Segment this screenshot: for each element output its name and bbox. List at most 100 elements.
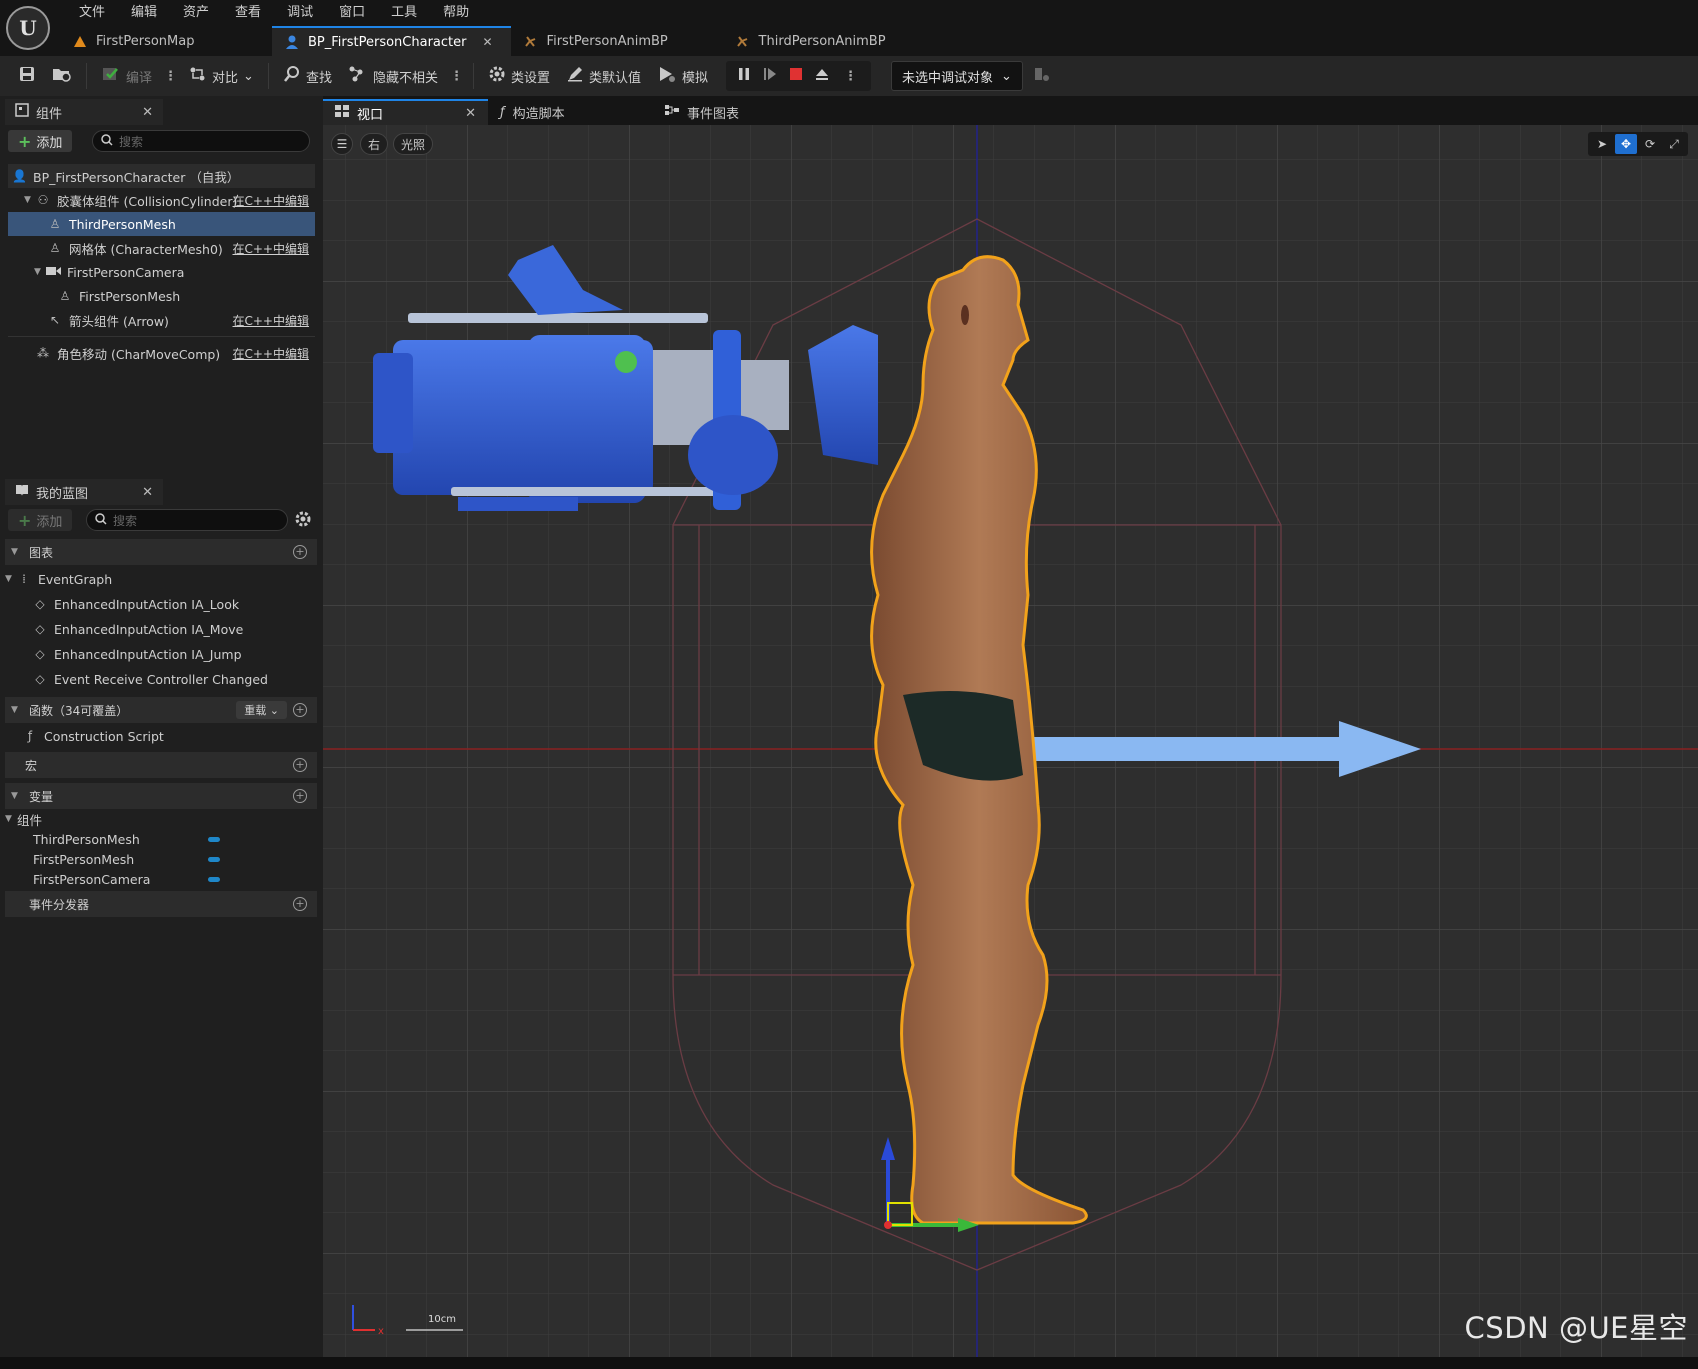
simulate-button[interactable]: 模拟 xyxy=(649,61,716,91)
play-options-icon[interactable]: ⋮ xyxy=(840,69,861,84)
stop-icon[interactable] xyxy=(788,66,804,86)
browse-button[interactable] xyxy=(44,61,80,91)
variable-item[interactable]: FirstPersonMesh xyxy=(5,849,317,869)
tree-item-capsule[interactable]: ▼ ⚇ 胶囊体组件 (CollisionCylinder) 在C++中编辑 xyxy=(8,188,315,212)
add-circle-icon[interactable]: + xyxy=(293,758,307,772)
add-circle-icon[interactable]: + xyxy=(293,789,307,803)
close-tab-icon[interactable]: ✕ xyxy=(482,35,492,49)
add-circle-icon[interactable]: + xyxy=(293,703,307,717)
class-defaults-button[interactable]: 类默认值 xyxy=(558,61,649,91)
find-button[interactable]: 查找 xyxy=(275,61,340,91)
title-bar: U 文件 编辑 资产 查看 调试 窗口 工具 帮助 FirstPersonMap… xyxy=(0,0,1698,56)
close-icon[interactable]: ✕ xyxy=(465,106,476,121)
rotate-icon[interactable]: ⟳ xyxy=(1639,134,1661,154)
translate-icon[interactable]: ✥ xyxy=(1615,134,1637,154)
tree-item-character-mesh[interactable]: ♙ 网格体 (CharacterMesh0) 在C++中编辑 xyxy=(8,236,315,260)
tab-viewport[interactable]: 视口 ✕ xyxy=(323,99,488,125)
menu-asset[interactable]: 资产 xyxy=(170,3,222,23)
doc-tab-first-person-map[interactable]: FirstPersonMap xyxy=(60,26,272,56)
diff-button[interactable]: 对比 ⌄ xyxy=(181,61,262,91)
pause-icon[interactable] xyxy=(736,66,752,86)
expand-triangle-icon[interactable]: ▼ xyxy=(5,574,17,584)
variable-item[interactable]: FirstPersonCamera xyxy=(5,869,317,889)
tree-item-first-person-mesh[interactable]: ♙ FirstPersonMesh xyxy=(8,284,315,308)
edit-in-cpp-link[interactable]: 在C++中编辑 xyxy=(233,345,310,362)
menu-edit[interactable]: 编辑 xyxy=(118,3,170,23)
tree-item-label: FirstPersonCamera xyxy=(67,264,185,280)
event-item[interactable]: ◇ EnhancedInputAction IA_Look xyxy=(5,592,317,616)
lighting-mode-button[interactable]: 光照 xyxy=(393,133,434,155)
debug-filter-icon[interactable] xyxy=(1033,65,1051,87)
expand-triangle-icon[interactable]: ▼ xyxy=(24,195,36,205)
find-label: 查找 xyxy=(305,70,332,86)
components-tree: 👤 BP_FirstPersonCharacter （自我） ▼ ⚇ 胶囊体组件… xyxy=(8,164,315,365)
eject-icon[interactable] xyxy=(814,66,830,86)
expand-triangle-icon[interactable]: ▼ xyxy=(34,267,46,277)
override-dropdown[interactable]: 重载 ⌄ xyxy=(236,701,287,719)
menu-tools[interactable]: 工具 xyxy=(378,3,430,23)
class-settings-button[interactable]: 类设置 xyxy=(480,61,558,91)
expand-triangle-icon[interactable]: ▼ xyxy=(5,814,17,824)
doc-tab-first-person-anim-bp[interactable]: FirstPersonAnimBP xyxy=(511,26,723,56)
tree-item-label: 网格体 (CharacterMesh0) xyxy=(69,241,223,257)
menu-help[interactable]: 帮助 xyxy=(430,3,482,23)
event-item[interactable]: ◇ EnhancedInputAction IA_Jump xyxy=(5,642,317,666)
components-search-input[interactable]: 搜索 xyxy=(92,130,310,152)
compile-button[interactable]: 编译 xyxy=(93,61,160,91)
frame-skip-icon[interactable] xyxy=(762,66,778,86)
macros-section-header[interactable]: 宏 + xyxy=(5,752,317,778)
view-mode-button[interactable]: 右 xyxy=(360,133,389,155)
doc-tab-third-person-anim-bp[interactable]: ThirdPersonAnimBP xyxy=(723,26,935,56)
save-button[interactable] xyxy=(10,61,44,91)
event-item[interactable]: ◇ EnhancedInputAction IA_Move xyxy=(5,617,317,641)
tree-item-char-move-comp[interactable]: ⁂ 角色移动 (CharMoveComp) 在C++中编辑 xyxy=(8,341,315,365)
dispatchers-section-header[interactable]: 事件分发器 + xyxy=(5,891,317,917)
close-icon[interactable]: ✕ xyxy=(142,105,153,120)
hide-unrelated-options-icon[interactable]: ⋮ xyxy=(446,69,467,84)
event-item[interactable]: ◇ Event Receive Controller Changed xyxy=(5,667,317,691)
edit-in-cpp-link[interactable]: 在C++中编辑 xyxy=(233,240,310,257)
components-panel-tab[interactable]: 组件 ✕ xyxy=(5,99,163,125)
hide-unrelated-button[interactable]: 隐藏不相关 xyxy=(340,61,446,91)
construction-script-item[interactable]: ƒ Construction Script xyxy=(5,724,317,748)
search-placeholder: 搜索 xyxy=(119,134,144,149)
menu-view[interactable]: 查看 xyxy=(222,3,274,23)
tab-construction-script[interactable]: ƒ 构造脚本 xyxy=(488,99,653,125)
select-cursor-icon[interactable]: ➤ xyxy=(1591,134,1613,154)
edit-in-cpp-link[interactable]: 在C++中编辑 xyxy=(233,312,310,329)
compile-options-icon[interactable]: ⋮ xyxy=(160,69,181,84)
menu-file[interactable]: 文件 xyxy=(66,3,118,23)
add-circle-icon[interactable]: + xyxy=(293,897,307,911)
play-controls: ⋮ xyxy=(726,61,872,91)
svg-text:x: x xyxy=(378,1326,384,1337)
debug-target-select[interactable]: 未选中调试对象 ⌄ xyxy=(891,61,1023,91)
tab-event-graph[interactable]: 事件图表 xyxy=(653,99,818,125)
unreal-logo-icon[interactable]: U xyxy=(6,6,50,50)
scale-icon[interactable]: ⤢ xyxy=(1663,134,1685,154)
doc-tab-label: BP_FirstPersonCharacter xyxy=(308,34,467,50)
doc-tab-bp-first-person-character[interactable]: BP_FirstPersonCharacter ✕ xyxy=(272,26,511,56)
menu-window[interactable]: 窗口 xyxy=(326,3,378,23)
tree-item-root[interactable]: 👤 BP_FirstPersonCharacter （自我） xyxy=(8,164,315,188)
add-circle-icon[interactable]: + xyxy=(293,545,307,559)
my-blueprint-panel-tab[interactable]: 我的蓝图 ✕ xyxy=(5,479,163,505)
edit-in-cpp-link[interactable]: 在C++中编辑 xyxy=(233,192,310,209)
gear-icon[interactable] xyxy=(294,510,312,532)
functions-section-header[interactable]: ▼ 函数（34可覆盖） 重载 ⌄ + xyxy=(5,697,317,723)
tree-item-first-person-camera[interactable]: ▼ FirstPersonCamera xyxy=(8,260,315,284)
add-member-button[interactable]: + 添加 xyxy=(8,509,73,531)
tree-item-third-person-mesh[interactable]: ♙ ThirdPersonMesh xyxy=(8,212,315,236)
menu-debug[interactable]: 调试 xyxy=(274,3,326,23)
graphs-section-header[interactable]: ▼ 图表 + xyxy=(5,539,317,565)
variables-section-header[interactable]: ▼ 变量 + xyxy=(5,783,317,809)
viewport[interactable]: x ☰ 右 光照 ➤ ✥ ⟳ ⤢ 10cm CSDN @UE星空 xyxy=(323,125,1698,1357)
function-icon: ƒ xyxy=(27,729,33,743)
my-blueprint-search-input[interactable]: 搜索 xyxy=(86,509,288,531)
variable-item[interactable]: ThirdPersonMesh xyxy=(5,829,317,849)
viewport-menu-button[interactable]: ☰ xyxy=(331,133,353,155)
add-component-button[interactable]: + 添加 xyxy=(8,130,73,152)
variable-group-components[interactable]: ▼ 组件 xyxy=(5,809,317,829)
tree-item-arrow[interactable]: ↖ 箭头组件 (Arrow) 在C++中编辑 xyxy=(8,308,315,332)
event-graph-item[interactable]: ▼ ⁞ EventGraph xyxy=(5,567,317,591)
close-icon[interactable]: ✕ xyxy=(142,485,153,500)
